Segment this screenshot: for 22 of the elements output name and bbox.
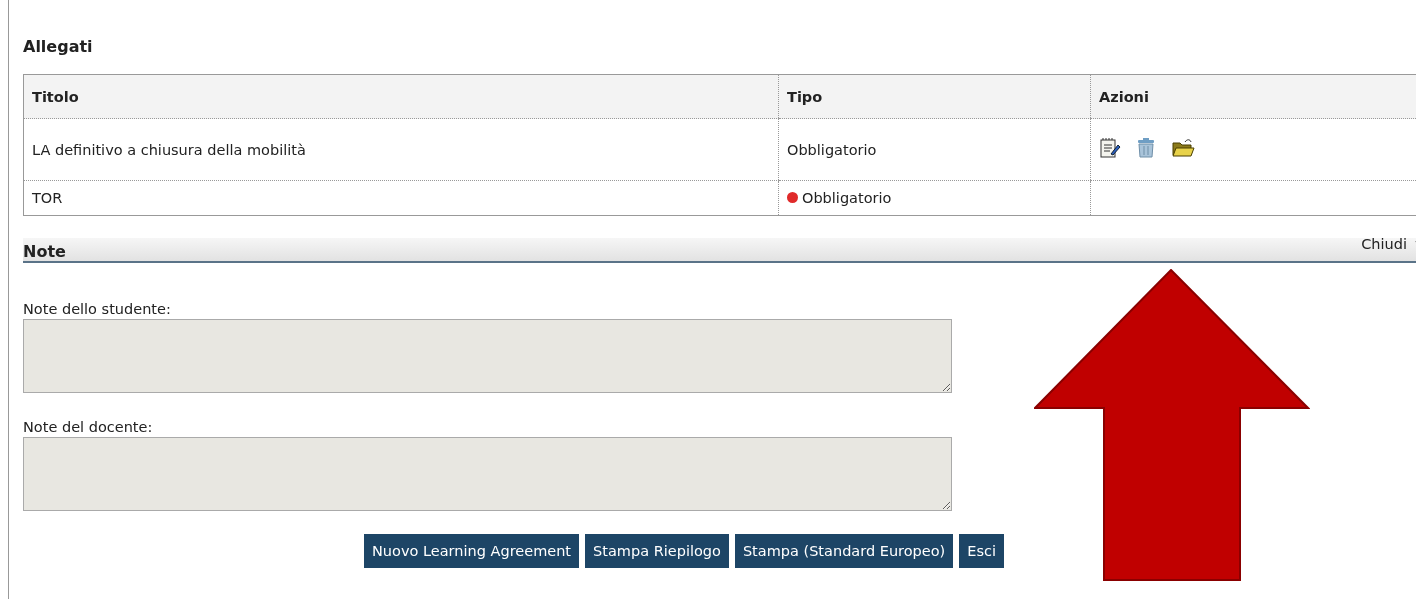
edit-document-icon[interactable]	[1099, 137, 1121, 159]
table-cell: TOR	[32, 190, 63, 206]
table-cell: Obbligatorio	[802, 189, 892, 206]
action-button[interactable]: Stampa Riepilogo	[585, 534, 729, 568]
column-header: Titolo	[32, 88, 79, 105]
column-header: Azioni	[1099, 88, 1149, 105]
section-title: Note	[23, 242, 66, 261]
open-folder-icon[interactable]	[1171, 137, 1195, 159]
table-cell: Obbligatorio	[787, 141, 877, 158]
notes-textarea[interactable]	[23, 319, 952, 393]
field-label: Note dello studente:	[23, 301, 172, 317]
collapse-link[interactable]: Chiudi	[1361, 236, 1407, 252]
section-title: Allegati	[23, 37, 94, 58]
action-button[interactable]: Nuovo Learning Agreement	[364, 534, 580, 568]
trash-icon[interactable]	[1135, 137, 1157, 159]
field-label: Note del docente:	[23, 419, 154, 435]
action-button[interactable]: Esci	[959, 534, 1004, 568]
status-dot-icon	[787, 192, 798, 204]
action-button[interactable]: Stampa (Standard Europeo)	[734, 534, 954, 568]
table-cell: LA definitivo a chiusura della mobilità	[32, 141, 306, 158]
notes-textarea[interactable]	[23, 437, 952, 511]
column-header: Tipo	[787, 88, 823, 105]
